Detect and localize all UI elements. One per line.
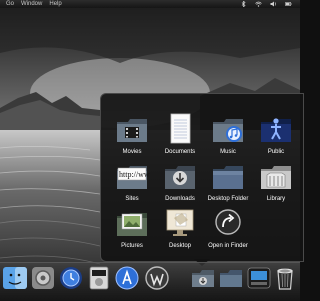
stack-item-label: Public (267, 149, 285, 155)
movies-folder-icon (114, 112, 150, 146)
public-folder-icon (258, 112, 294, 146)
downloads-folder-icon (162, 159, 198, 193)
stack-item-open-in-finder[interactable]: Open in Finder (197, 206, 259, 256)
menu-go[interactable]: Go (6, 0, 14, 8)
menu-help[interactable]: Help (49, 0, 61, 8)
utility-app-icon[interactable] (246, 265, 272, 291)
wifi-icon[interactable] (255, 1, 262, 7)
app-store-icon[interactable] (114, 265, 140, 291)
trash-icon[interactable] (272, 265, 298, 291)
desktop-folder-icon (210, 159, 246, 193)
stack-item-label: Library (266, 196, 286, 202)
wordpress-icon[interactable] (144, 265, 170, 291)
sites-folder-icon: http://www (114, 159, 150, 193)
sites-badge-text: http://www (119, 170, 150, 179)
desktop-icon (162, 206, 198, 240)
stack-grid-popup: Movies Documents Music Public http://ww … (100, 93, 304, 262)
menu-bar: Go Window Help (0, 0, 300, 8)
volume-icon[interactable] (270, 1, 277, 7)
open-in-finder-icon (210, 206, 246, 240)
finder-icon[interactable] (2, 265, 28, 291)
time-machine-icon[interactable] (58, 265, 84, 291)
stack-item-library[interactable]: Library (245, 159, 307, 209)
stack-item-label: Open in Finder (208, 243, 248, 249)
library-folder-icon (258, 159, 294, 193)
pictures-folder-icon (114, 206, 150, 240)
stack-item-public[interactable]: Public (245, 112, 307, 162)
bluetooth-icon[interactable] (240, 1, 247, 7)
dvd-player-icon[interactable] (86, 265, 112, 291)
menu-window[interactable]: Window (21, 0, 42, 8)
documents-stack-icon[interactable] (218, 265, 244, 291)
battery-icon[interactable] (285, 1, 292, 7)
system-preferences-icon[interactable] (30, 265, 56, 291)
music-folder-icon (210, 112, 246, 146)
documents-icon (162, 112, 198, 146)
menu-status-area (240, 0, 300, 8)
downloads-stack-icon[interactable] (190, 265, 216, 291)
